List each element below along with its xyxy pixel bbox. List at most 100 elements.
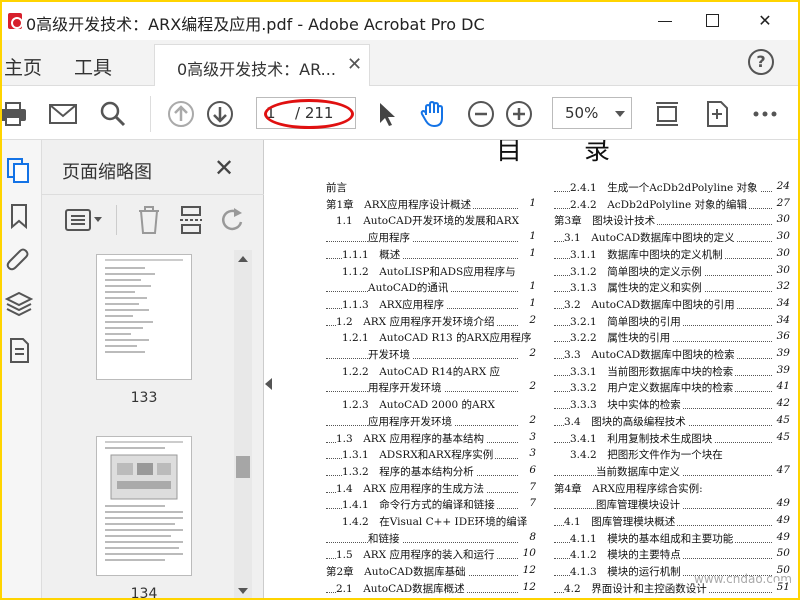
search-icon[interactable] xyxy=(98,99,128,129)
thumbnail-page-133[interactable] xyxy=(96,254,192,380)
toc-entry[interactable]: 1.2.3 AutoCAD 2000 的ARX xyxy=(326,397,536,414)
toc-entry[interactable]: 1.2 ARX 应用程序开发环境介绍 2 xyxy=(326,313,536,331)
toc-entry[interactable]: 第4章 ARX应用程序综合实例: xyxy=(554,481,790,498)
toc-entry[interactable]: 前言 xyxy=(326,180,536,197)
document-page-view[interactable]: 目录 前言 第1章 ARX应用程序设计概述 1 1.1 AutoCAD开发环境的发展和… xyxy=(274,140,798,598)
toc-entry[interactable]: 3.3.2 用户定义数据库中块的检索 41 xyxy=(554,380,790,397)
close-panel-icon[interactable]: ✕ xyxy=(214,154,234,182)
close-window-button[interactable]: ✕ xyxy=(742,6,788,36)
title-bar: 0高级开发技术：ARX编程及应用.pdf - Adobe Acrobat Pro… xyxy=(2,2,798,40)
page-text-icon[interactable] xyxy=(5,336,33,364)
toc-entry[interactable]: 3.4 图块的高级编程技术 45 xyxy=(554,413,790,431)
rotate-page-icon[interactable] xyxy=(218,205,246,235)
toc-entry[interactable]: 2.4.1 生成一个AcDb2dPolyline 对象 24 xyxy=(554,180,790,197)
toc-entry[interactable]: 3.2.2 属性块的引用 36 xyxy=(554,330,790,347)
toc-entry[interactable]: 1.3.1 ADSRX和ARX程序实例 3 xyxy=(326,447,536,464)
prev-page-icon[interactable] xyxy=(166,99,196,129)
toc-entry[interactable]: 1.3.2 程序的基本结构分析 6 xyxy=(326,463,536,481)
toc-entry[interactable]: 2.1 AutoCAD数据库概述 12 xyxy=(326,580,536,598)
toc-entry[interactable]: 应用程序开发环境 2 xyxy=(326,413,536,431)
extract-pages-icon[interactable] xyxy=(178,205,204,235)
thumbnail-scrollbar[interactable] xyxy=(234,250,252,598)
toc-entry[interactable]: 1.5 ARX 应用程序的装入和运行 10 xyxy=(326,547,536,564)
toc-entry[interactable]: 3.3.3 块中实体的检索 42 xyxy=(554,397,790,414)
toc-entry[interactable]: 3.1.2 简单图块的定义示例 30 xyxy=(554,263,790,281)
close-tab-icon[interactable]: ✕ xyxy=(347,54,362,75)
toc-entry[interactable]: 应用程序 1 xyxy=(326,230,536,247)
toc-entry[interactable]: 3.2.1 简单图块的引用 34 xyxy=(554,313,790,331)
scrollbar-thumb[interactable] xyxy=(236,456,250,478)
attachment-icon[interactable] xyxy=(5,246,33,274)
toc-entry[interactable]: 用程序开发环境 2 xyxy=(326,380,536,397)
toc-entry[interactable]: 4.1.2 模块的主要特点 50 xyxy=(554,547,790,564)
more-icon[interactable] xyxy=(750,99,780,129)
toc-entry[interactable]: AutoCAD的通讯 1 xyxy=(326,280,536,297)
help-button[interactable]: ? xyxy=(748,49,774,75)
toc-entry-title: 1.2.1 AutoCAD R13 的ARX应用程序 xyxy=(342,332,534,345)
toc-entry[interactable]: 1.2.2 AutoCAD R14的ARX 应 xyxy=(326,364,536,381)
zoom-select[interactable]: 50% xyxy=(552,97,632,129)
toc-entry[interactable]: 和链接 8 xyxy=(326,530,536,548)
toc-entry[interactable]: 1.1.2 AutoLISP和ADS应用程序与 xyxy=(326,264,536,281)
copy-pages-icon[interactable] xyxy=(5,156,33,184)
toc-entry[interactable]: 1.1.1 概述 1 xyxy=(326,246,536,264)
toc-entry[interactable]: 当前数据库中定义 47 xyxy=(554,463,790,481)
toc-entry[interactable]: 1.2.1 AutoCAD R13 的ARX应用程序 xyxy=(326,330,536,347)
toc-entry-title: 4.1.3 模块的运行机制 xyxy=(570,566,683,579)
scroll-mode-icon[interactable] xyxy=(702,99,732,129)
toc-entry-title: 3.1.3 属性块的定义和实例 xyxy=(570,282,704,295)
email-icon[interactable] xyxy=(48,99,78,129)
toc-entry[interactable]: 第1章 ARX应用程序设计概述 1 xyxy=(326,196,536,214)
toc-entry[interactable]: 1.4 ARX 应用程序的生成方法 7 xyxy=(326,480,536,498)
toc-entry-page: 50 xyxy=(774,564,790,577)
next-page-icon[interactable] xyxy=(205,99,235,129)
toc-entry[interactable]: 3.3.1 当前图形数据库中块的检索 39 xyxy=(554,363,790,381)
toc-entry[interactable]: 3.1.1 数据库中图块的定义机制 30 xyxy=(554,246,790,264)
toc-entry[interactable]: 开发环境 2 xyxy=(326,347,536,364)
minimize-button[interactable] xyxy=(642,6,688,36)
document-tab[interactable]: 0高级开发技术：AR... ✕ xyxy=(154,44,370,86)
toc-entry[interactable]: 3.2 AutoCAD数据库中图块的引用 34 xyxy=(554,296,790,314)
toc-entry-page: 30 xyxy=(774,246,790,259)
toc-entry[interactable]: 3.1.3 属性块的定义和实例 32 xyxy=(554,280,790,297)
toc-entry-title: 用程序开发环境 xyxy=(368,382,444,395)
toc-entry-page: 3 xyxy=(527,430,536,443)
toc-entry[interactable]: 第3章 图块设计技术 30 xyxy=(554,213,790,230)
toc-entry-title: 1.3.1 ADSRX和ARX程序实例 xyxy=(342,449,496,462)
options-menu-icon[interactable] xyxy=(64,207,104,233)
collapse-panel-icon[interactable] xyxy=(264,374,274,394)
toc-entry[interactable]: 3.4.2 把图形文件作为一个块在 xyxy=(554,447,790,464)
zoom-out-icon[interactable] xyxy=(466,99,496,129)
scroll-down-icon[interactable] xyxy=(238,588,248,594)
select-arrow-icon[interactable] xyxy=(372,99,402,129)
toc-entry[interactable]: 3.1 AutoCAD数据库中图块的定义 30 xyxy=(554,230,790,247)
page-preview xyxy=(105,441,183,561)
delete-page-icon[interactable] xyxy=(136,205,162,235)
toc-entry[interactable]: 2.4.2 AcDb2dPolyline 对象的编辑 27 xyxy=(554,196,790,214)
toc-entry-title: 4.1.2 模块的主要特点 xyxy=(570,549,683,562)
toc-entry[interactable]: 1.1 AutoCAD开发环境的发展和ARX xyxy=(326,213,536,230)
toc-entry[interactable]: 4.1 图库管理模块概述 49 xyxy=(554,514,790,531)
toc-entry[interactable]: 1.4.2 在Visual C++ IDE环境的编译 xyxy=(326,514,536,531)
toc-entry[interactable]: 1.4.1 命令行方式的编译和链接 7 xyxy=(326,497,536,514)
toc-entry[interactable]: 3.3 AutoCAD数据库中图块的检索 39 xyxy=(554,347,790,364)
tab-tools[interactable]: 工具 xyxy=(74,53,112,80)
toc-entry[interactable]: 3.4.1 利用复制技术生成图块 45 xyxy=(554,430,790,448)
bookmark-icon[interactable] xyxy=(5,202,33,230)
tab-home[interactable]: 主页 xyxy=(4,53,42,80)
scroll-up-icon[interactable] xyxy=(238,256,248,262)
zoom-in-icon[interactable] xyxy=(504,99,534,129)
fit-page-icon[interactable] xyxy=(652,99,682,129)
toc-entry[interactable]: 1.3 ARX 应用程序的基本结构 3 xyxy=(326,430,536,448)
toc-entry[interactable]: 1.1.3 ARX应用程序 1 xyxy=(326,296,536,314)
toc-entry[interactable]: 4.1.1 模块的基本组成和主要功能 49 xyxy=(554,530,790,548)
print-icon[interactable] xyxy=(2,99,32,129)
acrobat-app-icon[interactable] xyxy=(8,13,23,29)
layers-icon[interactable] xyxy=(5,290,33,318)
hand-icon[interactable] xyxy=(418,99,448,129)
toc-entry[interactable]: 图库管理模块设计 49 xyxy=(554,497,790,514)
toc-entry[interactable]: 第2章 AutoCAD数据库基础 12 xyxy=(326,564,536,581)
thumbnail-page-134[interactable] xyxy=(96,436,192,576)
maximize-button[interactable] xyxy=(690,6,736,36)
thumbnail-list[interactable]: 133 134 xyxy=(42,250,264,598)
